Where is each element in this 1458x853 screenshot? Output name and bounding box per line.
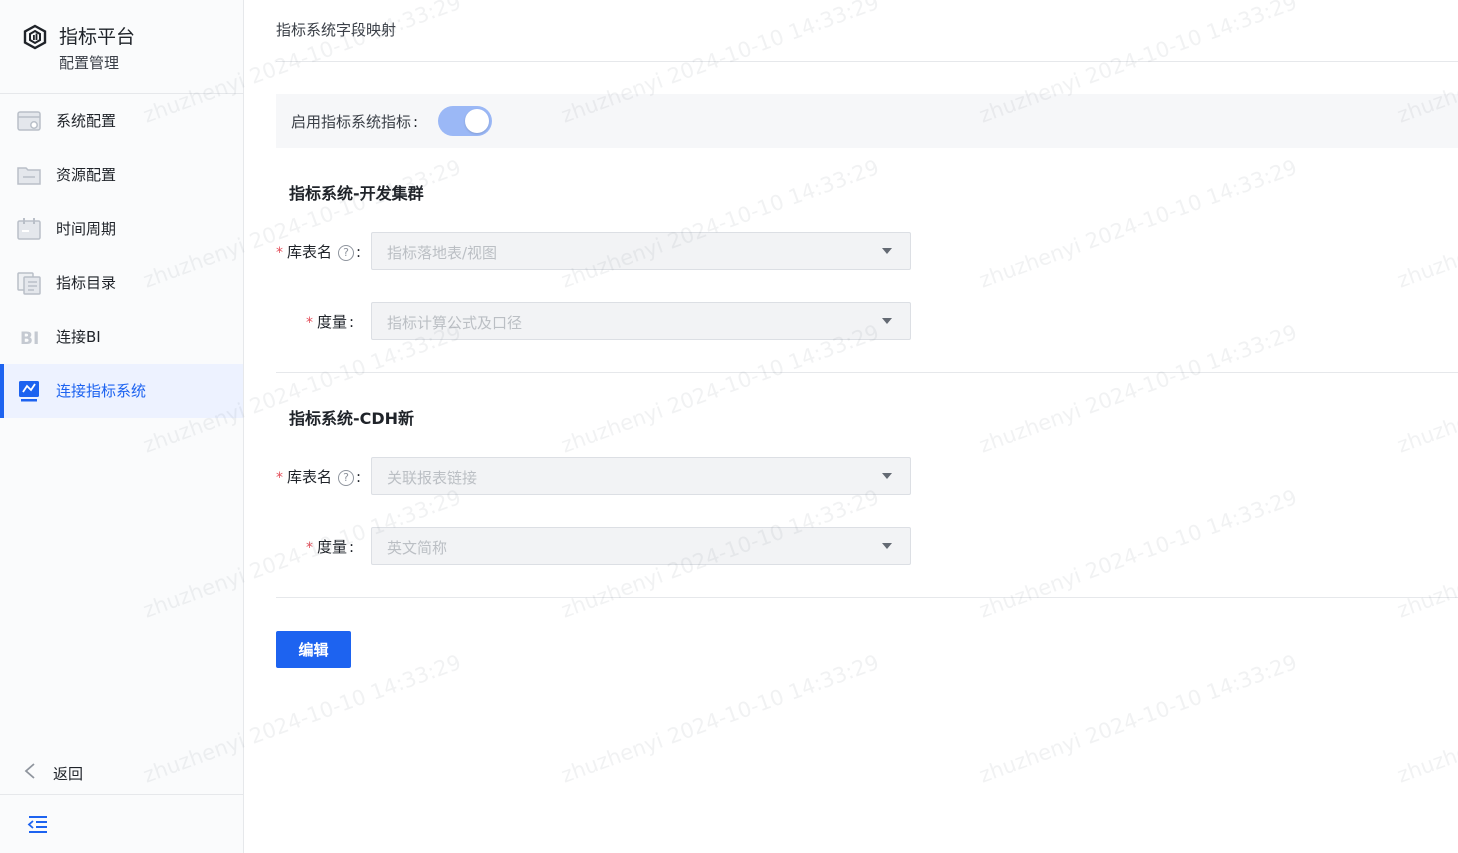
sidebar-item-system-config[interactable]: 系统配置	[0, 94, 243, 148]
measure-select[interactable]: 指标计算公式及口径	[371, 302, 911, 340]
edit-button[interactable]: 编辑	[276, 631, 351, 668]
svg-text:BI: BI	[20, 329, 39, 349]
enable-metric-toggle[interactable]	[438, 106, 492, 136]
brand-subtitle: 配置管理	[59, 54, 120, 72]
app-root: 指标平台 配置管理 系统配置 资源配置 时间周期 指标目录 BI 连接BI 连接…	[0, 0, 1458, 853]
select-placeholder: 指标计算公式及口径	[387, 314, 523, 332]
table-name-select[interactable]: 指标落地表/视图	[371, 232, 911, 270]
required-mark: *	[306, 315, 313, 331]
sidebar-item-connect-metric-system[interactable]: 连接指标系统	[0, 364, 243, 418]
sidebar-item-label: 连接指标系统	[56, 382, 147, 400]
select-placeholder: 指标落地表/视图	[387, 244, 498, 262]
required-mark: *	[306, 540, 313, 556]
sidebar-item-time-period[interactable]: 时间周期	[0, 202, 243, 256]
required-mark: *	[276, 245, 283, 261]
select-placeholder: 关联报表链接	[387, 469, 478, 487]
bi-icon: BI	[20, 329, 39, 349]
section-title-cdh: 指标系统-CDH新	[289, 409, 415, 428]
measure-select[interactable]: 英文简称	[371, 527, 911, 565]
sidebar-item-resource-config[interactable]: 资源配置	[0, 148, 243, 202]
settings-window-icon	[17, 111, 41, 131]
measure-label: * 度量:	[306, 313, 355, 331]
sidebar-item-metric-catalog[interactable]: 指标目录	[0, 256, 243, 310]
sidebar: 指标平台 配置管理 系统配置 资源配置 时间周期 指标目录 BI 连接BI 连接…	[0, 0, 244, 853]
main-content: 指标系统字段映射 启用指标系统指标: 指标系统-开发集群 * 库表名?: 指标落地…	[244, 0, 1458, 853]
folder-icon	[17, 167, 41, 185]
required-mark: *	[276, 470, 283, 486]
brand-header: 指标平台 配置管理	[0, 0, 243, 94]
select-placeholder: 英文简称	[387, 539, 448, 557]
page-title: 指标系统字段映射	[276, 21, 397, 39]
brand-title: 指标平台	[59, 26, 136, 48]
sidebar-item-connect-bi[interactable]: BI 连接BI	[0, 310, 243, 364]
title-divider	[276, 61, 1458, 62]
catalog-icon	[17, 272, 41, 295]
sidebar-item-label: 资源配置	[56, 166, 117, 184]
back-label: 返回	[53, 765, 84, 783]
caret-down-icon	[882, 543, 892, 549]
metric-system-icon	[19, 381, 39, 402]
collapse-menu-icon[interactable]	[27, 814, 49, 834]
help-icon[interactable]: ?	[338, 245, 355, 261]
toggle-knob	[465, 109, 489, 133]
table-name-label: * 库表名?:	[276, 243, 362, 261]
sidebar-footer	[0, 794, 243, 853]
help-icon[interactable]: ?	[338, 470, 355, 486]
section-divider	[276, 597, 1458, 598]
sidebar-item-label: 时间周期	[56, 220, 117, 238]
platform-logo-icon	[23, 24, 47, 50]
measure-label: * 度量:	[306, 538, 355, 556]
caret-down-icon	[882, 318, 892, 324]
enable-metric-label: 启用指标系统指标:	[291, 113, 419, 131]
back-button[interactable]: 返回	[0, 748, 243, 794]
enable-metric-bar: 启用指标系统指标:	[276, 94, 1458, 148]
table-name-select[interactable]: 关联报表链接	[371, 457, 911, 495]
sidebar-item-label: 系统配置	[56, 112, 117, 130]
caret-down-icon	[882, 473, 892, 479]
section-title-dev-cluster: 指标系统-开发集群	[289, 184, 424, 203]
sidebar-item-label: 连接BI	[56, 328, 101, 346]
sidebar-item-label: 指标目录	[56, 274, 117, 292]
table-name-label: * 库表名?:	[276, 468, 362, 486]
chevron-left-icon	[24, 763, 35, 779]
section-divider	[276, 372, 1458, 373]
caret-down-icon	[882, 248, 892, 254]
calendar-icon	[17, 218, 41, 240]
